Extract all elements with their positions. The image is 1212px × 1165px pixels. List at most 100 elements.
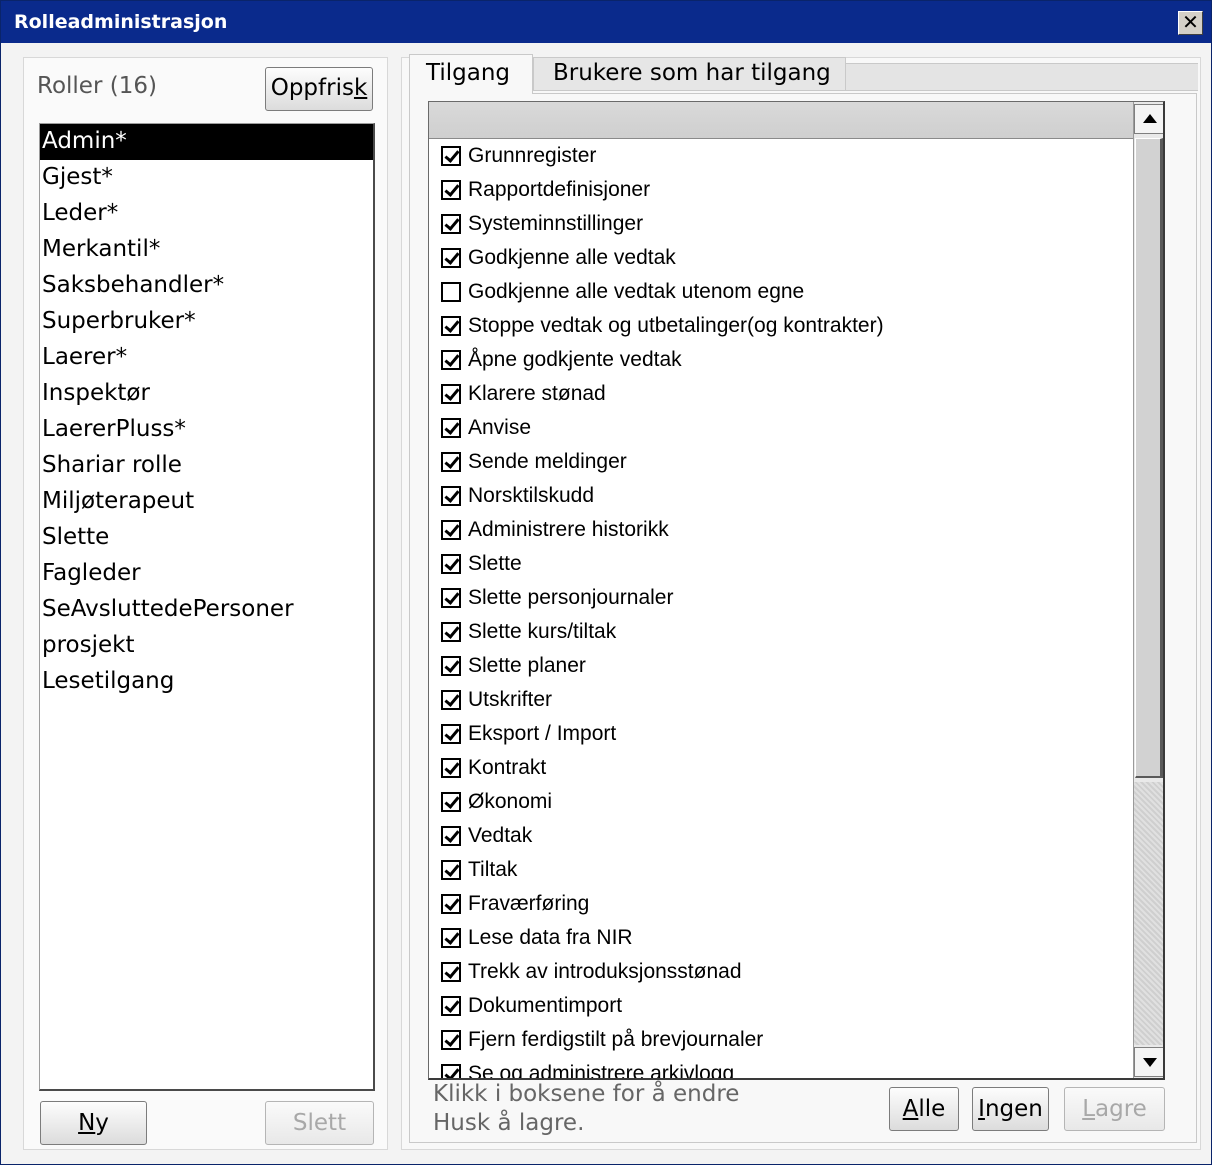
checkbox-checked[interactable] (441, 384, 461, 404)
checkbox-checked[interactable] (441, 418, 461, 438)
permission-item[interactable]: Grunnregister (429, 139, 1133, 173)
permission-item[interactable]: Lese data fra NIR (429, 921, 1133, 955)
checkbox-checked[interactable] (441, 962, 461, 982)
checkbox-checked[interactable] (441, 1030, 461, 1050)
checkbox-checked[interactable] (441, 248, 461, 268)
title-bar: Rolleadministrasjon ✕ (1, 1, 1211, 43)
checkbox-checked[interactable] (441, 214, 461, 234)
scroll-thumb[interactable] (1135, 138, 1163, 778)
checkbox-checked[interactable] (441, 792, 461, 812)
checkbox-checked[interactable] (441, 690, 461, 710)
permission-item[interactable]: Norsktilskudd (429, 479, 1133, 513)
permission-item[interactable]: Kontrakt (429, 751, 1133, 785)
tab-access[interactable]: Tilgang (409, 54, 533, 94)
permission-item[interactable]: Godkjenne alle vedtak (429, 241, 1133, 275)
permission-label: Trekk av introduksjonsstønad (468, 960, 742, 983)
hint-text: Klikk i boksene for å endre Husk å lagre… (433, 1080, 739, 1138)
permission-item[interactable]: Trekk av introduksjonsstønad (429, 955, 1133, 989)
checkbox-checked[interactable] (441, 180, 461, 200)
checkbox-checked[interactable] (441, 486, 461, 506)
checkbox-checked[interactable] (441, 1064, 461, 1078)
checkbox-checked[interactable] (441, 758, 461, 778)
permission-label: Slette personjournaler (468, 586, 674, 609)
role-list-item[interactable]: Laerer* (40, 340, 373, 376)
delete-role-button[interactable]: Slett (265, 1101, 374, 1145)
permission-item[interactable]: Sende meldinger (429, 445, 1133, 479)
checkbox-checked[interactable] (441, 860, 461, 880)
role-list-item[interactable]: Inspektør (40, 376, 373, 412)
select-all-button[interactable]: Alle (889, 1087, 959, 1131)
permission-label: Slette planer (468, 654, 586, 677)
permission-item[interactable]: Økonomi (429, 785, 1133, 819)
permission-label: Dokumentimport (468, 994, 623, 1017)
role-list-item[interactable]: LaererPluss* (40, 412, 373, 448)
permission-item[interactable]: Vedtak (429, 819, 1133, 853)
role-list-item[interactable]: Miljøterapeut (40, 484, 373, 520)
permissions-list: Grunnregister Rapportdefinisjoner Systemin… (429, 139, 1133, 1078)
permission-item[interactable]: Stoppe vedtak og utbetalinger(og kontrak… (429, 309, 1133, 343)
role-list-item[interactable]: Fagleder (40, 556, 373, 592)
checkbox-checked[interactable] (441, 622, 461, 642)
permission-item[interactable]: Fraværføring (429, 887, 1133, 921)
permission-item[interactable]: Åpne godkjente vedtak (429, 343, 1133, 377)
permission-label: Økonomi (468, 790, 553, 813)
tab-users-with-access[interactable]: Brukere som har tilgang (533, 57, 846, 91)
role-list-item[interactable]: prosjekt (40, 628, 373, 664)
new-role-button[interactable]: Ny (40, 1101, 147, 1145)
checkbox-checked[interactable] (441, 452, 461, 472)
dialog-client: Roller (16) Oppfrisk Admin* Gjest* Leder* M… (1, 43, 1211, 1164)
roles-list[interactable]: Admin* Gjest* Leder* Merkantil* Saksbehandle… (39, 123, 375, 1091)
vertical-scrollbar[interactable] (1133, 102, 1163, 1078)
permission-item[interactable]: Anvise (429, 411, 1133, 445)
permission-item[interactable]: Se og administrere arkivlogg (429, 1057, 1133, 1078)
permission-item[interactable]: Slette kurs/tiltak (429, 615, 1133, 649)
permission-item[interactable]: Eksport / Import (429, 717, 1133, 751)
checkbox-checked[interactable] (441, 894, 461, 914)
role-list-item[interactable]: Superbruker* (40, 304, 373, 340)
permission-label: Godkjenne alle vedtak utenom egne (468, 280, 805, 303)
role-list-item[interactable]: Leder* (40, 196, 373, 232)
role-list-item[interactable]: Shariar rolle (40, 448, 373, 484)
role-list-item[interactable]: Slette (40, 520, 373, 556)
permission-item[interactable]: Rapportdefinisjoner (429, 173, 1133, 207)
permission-label: Eksport / Import (468, 722, 617, 745)
scroll-down-button[interactable] (1134, 1047, 1163, 1077)
checkbox-checked[interactable] (441, 826, 461, 846)
role-list-item[interactable]: SeAvsluttedePersoner (40, 592, 373, 628)
role-list-item[interactable]: Admin* (40, 124, 373, 160)
checkbox-checked[interactable] (441, 588, 461, 608)
checkbox-checked[interactable] (441, 928, 461, 948)
refresh-button[interactable]: Oppfrisk (265, 67, 373, 111)
permission-item[interactable]: Slette (429, 547, 1133, 581)
select-none-button[interactable]: Ingen (972, 1087, 1049, 1131)
checkbox-checked[interactable] (441, 656, 461, 676)
checkbox-checked[interactable] (441, 724, 461, 744)
checkbox-checked[interactable] (441, 146, 461, 166)
permission-item[interactable]: Administrere historikk (429, 513, 1133, 547)
checkbox-unchecked[interactable] (441, 282, 461, 302)
checkbox-checked[interactable] (441, 316, 461, 336)
permission-item[interactable]: Klarere stønad (429, 377, 1133, 411)
checkbox-checked[interactable] (441, 554, 461, 574)
save-button[interactable]: Lagre (1064, 1087, 1165, 1131)
role-list-item[interactable]: Gjest* (40, 160, 373, 196)
permission-item[interactable]: Utskrifter (429, 683, 1133, 717)
checkbox-checked[interactable] (441, 350, 461, 370)
permission-item[interactable]: Slette personjournaler (429, 581, 1133, 615)
close-button[interactable]: ✕ (1178, 11, 1203, 35)
permission-item[interactable]: Dokumentimport (429, 989, 1133, 1023)
arrow-up-icon (1143, 114, 1157, 123)
scroll-up-button[interactable] (1134, 104, 1163, 134)
checkbox-checked[interactable] (441, 996, 461, 1016)
role-list-item[interactable]: Merkantil* (40, 232, 373, 268)
permission-item[interactable]: Godkjenne alle vedtak utenom egne (429, 275, 1133, 309)
role-list-item[interactable]: Lesetilgang (40, 664, 373, 700)
permission-item[interactable]: Systeminnstillinger (429, 207, 1133, 241)
permission-item[interactable]: Tiltak (429, 853, 1133, 887)
scroll-track[interactable] (1134, 782, 1163, 1045)
role-list-item[interactable]: Saksbehandler* (40, 268, 373, 304)
permission-item[interactable]: Slette planer (429, 649, 1133, 683)
checkbox-checked[interactable] (441, 520, 461, 540)
permission-label: Kontrakt (468, 756, 547, 779)
permission-item[interactable]: Fjern ferdigstilt på brevjournaler (429, 1023, 1133, 1057)
